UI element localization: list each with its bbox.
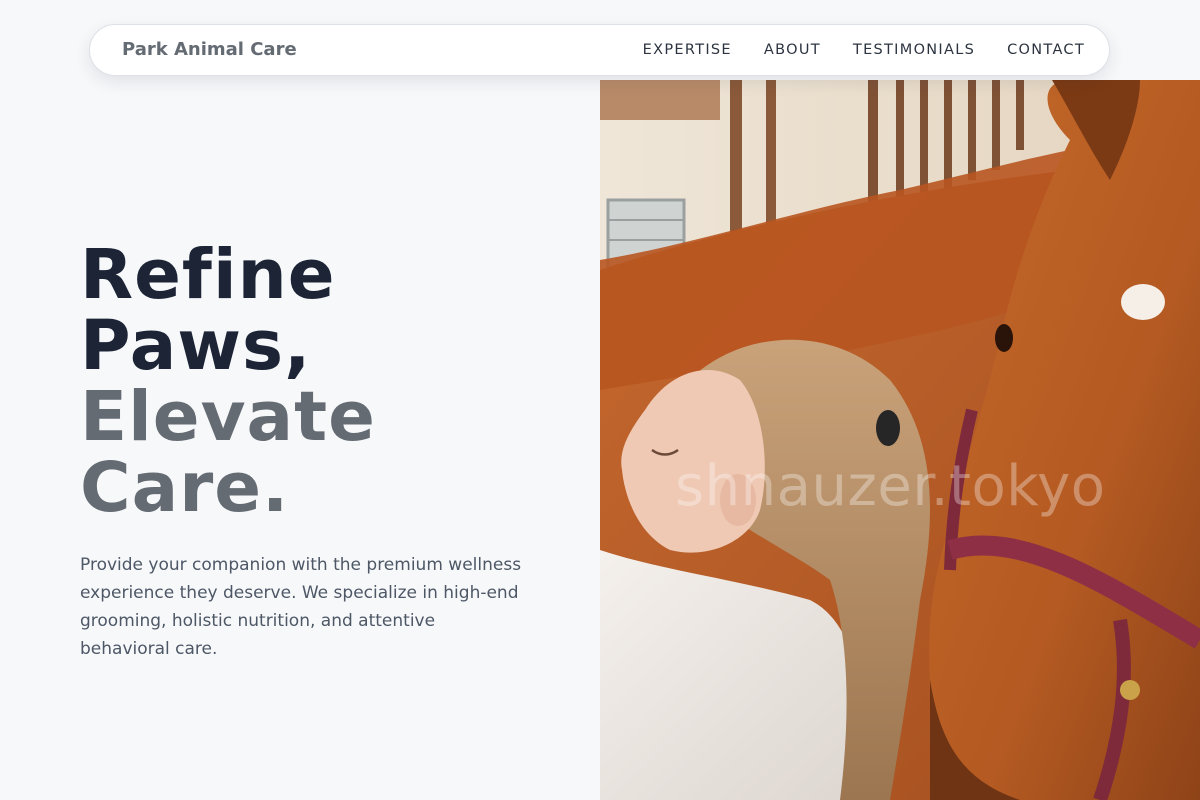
horse-eye <box>995 324 1013 352</box>
hero-image-woman-with-horse: shnauzer.tokyo <box>600 80 1200 800</box>
nav-link-contact[interactable]: CONTACT <box>1007 42 1085 58</box>
image-watermark: shnauzer.tokyo <box>675 454 1106 519</box>
hero-headline: Refine Paws, Elevate Care. <box>80 240 376 524</box>
landing-page: Park Animal Care EXPERTISE ABOUT TESTIMO… <box>0 0 1200 800</box>
nav-link-testimonials[interactable]: TESTIMONIALS <box>853 42 975 58</box>
brand-logo-link[interactable]: Park Animal Care <box>122 25 297 75</box>
headline-line-elevate: Elevate <box>80 377 376 457</box>
headline-line-paws: Paws, <box>80 306 312 386</box>
top-navigation: Park Animal Care EXPERTISE ABOUT TESTIMO… <box>89 24 1110 76</box>
hair-tie <box>876 410 900 446</box>
horse-star-marking <box>1121 284 1165 320</box>
nav-link-expertise[interactable]: EXPERTISE <box>643 42 732 58</box>
stable-beam <box>600 80 720 120</box>
headline-line-care: Care. <box>80 448 290 528</box>
headline-line-refine: Refine <box>80 235 336 315</box>
nav-links: EXPERTISE ABOUT TESTIMONIALS CONTACT <box>643 25 1085 75</box>
hero-description: Provide your companion with the premium … <box>80 555 522 659</box>
hero-photo-illustration <box>600 80 1200 800</box>
nav-link-about[interactable]: ABOUT <box>764 42 821 58</box>
